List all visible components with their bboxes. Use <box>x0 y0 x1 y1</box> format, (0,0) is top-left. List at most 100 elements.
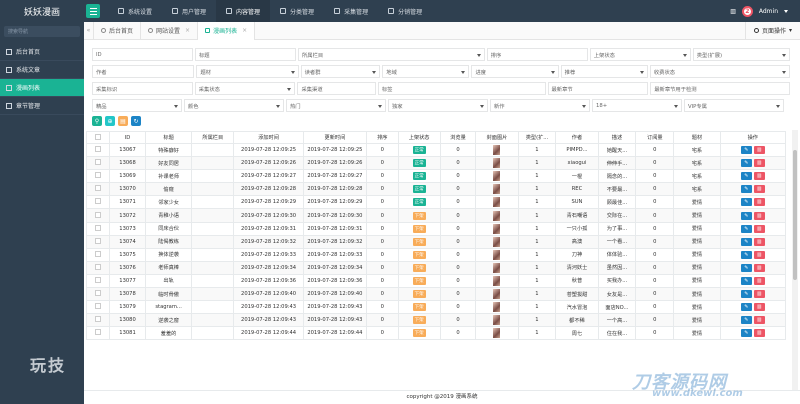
status-badge[interactable]: 下架 <box>412 329 426 338</box>
sidebar-item-1[interactable]: 系统文章 <box>0 61 84 79</box>
row-checkbox[interactable] <box>95 185 102 192</box>
status-badge[interactable]: 下架 <box>412 290 426 299</box>
cover-thumbnail[interactable] <box>493 145 501 156</box>
filter-row3-4[interactable]: 最新章节 <box>547 82 649 95</box>
edit-button[interactable]: ✎ <box>740 316 752 325</box>
edit-button[interactable]: ✎ <box>740 250 752 259</box>
topnav-item-2[interactable]: 内容管理 <box>216 0 271 22</box>
row-checkbox[interactable] <box>95 198 102 205</box>
refresh-button[interactable]: ↻ <box>131 116 141 126</box>
row-checkbox-cell[interactable] <box>85 273 111 289</box>
row-checkbox[interactable] <box>95 211 102 218</box>
app-logo[interactable]: 妖妖漫画 <box>0 0 84 22</box>
filter-row4-4[interactable]: 新作 <box>490 99 590 112</box>
table-row[interactable]: 13074 陆偈教练 2019-07-28 12:09:32 2019-07-28 1… <box>85 234 787 249</box>
edit-button[interactable]: ✎ <box>740 198 752 207</box>
row-checkbox[interactable] <box>95 172 102 179</box>
filter-row1-0[interactable]: ID <box>92 48 193 61</box>
row-checkbox[interactable] <box>95 276 102 283</box>
table-row[interactable]: 13078 临时骨傲 2019-07-28 12:09:40 2019-07-28 1… <box>85 287 787 302</box>
row-checkbox[interactable] <box>95 237 102 244</box>
delete-batch-button[interactable]: ▤ <box>118 116 128 126</box>
table-row[interactable]: 13070 偷窥 2019-07-28 12:09:28 2019-07-28 12:… <box>85 182 787 197</box>
edit-button[interactable]: ✎ <box>740 146 752 155</box>
tab-0[interactable]: 后台首页 <box>94 21 142 40</box>
status-badge[interactable]: 正常 <box>412 159 426 168</box>
row-checkbox[interactable] <box>95 303 102 310</box>
status-badge[interactable]: 下架 <box>412 303 426 312</box>
filter-row2-3[interactable]: 地域 <box>382 65 470 78</box>
cover-thumbnail[interactable] <box>493 315 501 326</box>
delete-button[interactable]: ▥ <box>753 329 765 338</box>
row-checkbox[interactable] <box>95 316 102 323</box>
table-row[interactable]: 13071 邻家少女 2019-07-28 12:09:29 2019-07-28 1… <box>85 195 787 210</box>
delete-button[interactable]: ▥ <box>753 316 765 325</box>
cover-thumbnail[interactable] <box>493 197 501 208</box>
edit-button[interactable]: ✎ <box>740 237 752 246</box>
row-checkbox-cell[interactable] <box>85 221 111 236</box>
edit-button[interactable]: ✎ <box>740 211 752 220</box>
row-checkbox[interactable] <box>95 329 102 336</box>
row-checkbox-cell[interactable] <box>85 169 111 184</box>
filter-row2-5[interactable]: 推荐 <box>560 65 648 78</box>
status-badge[interactable]: 下架 <box>412 224 426 233</box>
delete-button[interactable]: ▥ <box>753 146 765 155</box>
delete-button[interactable]: ▥ <box>753 198 765 207</box>
row-checkbox-cell[interactable] <box>85 300 111 315</box>
filter-row1-3[interactable]: 排序 <box>486 48 588 61</box>
row-checkbox[interactable] <box>95 250 102 257</box>
status-badge[interactable]: 正常 <box>412 185 426 194</box>
tab-1[interactable]: 网站设置 × <box>141 21 199 40</box>
edit-button[interactable]: ✎ <box>740 185 752 194</box>
filter-row3-5[interactable]: 最新章节用于检测 <box>650 82 790 95</box>
table-row[interactable]: 13069 补课老师 2019-07-28 12:09:27 2019-07-28 1… <box>85 169 787 184</box>
table-row[interactable]: 13067 特殊癖好 2019-07-28 12:09:25 2019-07-28 1… <box>85 142 787 158</box>
edit-button[interactable]: ✎ <box>740 172 752 181</box>
filter-row3-3[interactable]: 标签 <box>377 82 546 95</box>
sidebar-item-3[interactable]: 章节管理 <box>0 97 84 115</box>
filter-row3-0[interactable]: 采集标识 <box>92 82 193 95</box>
filter-row2-6[interactable]: 收费状态 <box>649 65 790 78</box>
filter-row3-2[interactable]: 采集渠道 <box>297 82 376 95</box>
table-row[interactable]: 13080 逆袭之窗 2019-07-28 12:09:43 2019-07-28 1… <box>85 313 787 328</box>
row-checkbox-cell[interactable] <box>85 234 111 249</box>
topnav-item-1[interactable]: 用户管理 <box>162 0 216 22</box>
cover-thumbnail[interactable] <box>493 236 501 247</box>
col-header-0[interactable] <box>85 131 111 144</box>
row-checkbox-cell[interactable] <box>85 208 111 223</box>
topnav-item-3[interactable]: 分类管理 <box>270 0 324 22</box>
filter-row1-4[interactable]: 上架状态 <box>589 48 691 61</box>
status-badge[interactable]: 下架 <box>412 237 426 246</box>
search-button[interactable]: ⚲ <box>92 116 102 126</box>
status-badge[interactable]: 下架 <box>412 250 426 259</box>
filter-row4-6[interactable]: VIP专属 <box>684 99 784 112</box>
topnav-item-5[interactable]: 分销管理 <box>378 0 432 22</box>
filter-row4-3[interactable]: 独家 <box>388 99 488 112</box>
edit-button[interactable]: ✎ <box>740 159 752 168</box>
edit-button[interactable]: ✎ <box>740 224 752 233</box>
filter-row2-4[interactable]: 进度 <box>471 65 559 78</box>
cover-thumbnail[interactable] <box>493 184 501 195</box>
status-badge[interactable]: 正常 <box>412 172 426 181</box>
filter-row3-1[interactable]: 采集状态 <box>194 82 296 95</box>
table-row[interactable]: 13081 羞羞的 2019-07-28 12:09:44 2019-07-28 12… <box>85 326 787 341</box>
row-checkbox-cell[interactable] <box>85 326 111 341</box>
cover-thumbnail[interactable] <box>493 249 501 260</box>
scrollbar-thumb[interactable] <box>793 150 797 280</box>
filter-row4-0[interactable]: 精品 <box>92 99 182 112</box>
edit-button[interactable]: ✎ <box>740 276 752 285</box>
sidebar-search-input[interactable]: 搜索导航 <box>4 26 80 37</box>
page-ops-button[interactable]: 页面操作 ▾ <box>744 21 800 40</box>
edit-button[interactable]: ✎ <box>740 290 752 299</box>
cover-thumbnail[interactable] <box>493 262 501 273</box>
filter-row4-5[interactable]: 18+ <box>592 99 682 112</box>
row-checkbox[interactable] <box>95 290 102 297</box>
status-badge[interactable]: 下架 <box>412 276 426 285</box>
menu-toggle-icon[interactable] <box>86 4 100 18</box>
status-badge[interactable]: 下架 <box>412 316 426 325</box>
row-checkbox[interactable] <box>95 146 102 153</box>
table-row[interactable]: 13077 出轨 2019-07-28 12:09:36 2019-07-28 12:… <box>85 273 787 289</box>
cover-thumbnail[interactable] <box>493 328 501 339</box>
filter-row2-2[interactable]: 读者群 <box>300 65 381 78</box>
status-badge[interactable]: 正常 <box>412 146 426 155</box>
